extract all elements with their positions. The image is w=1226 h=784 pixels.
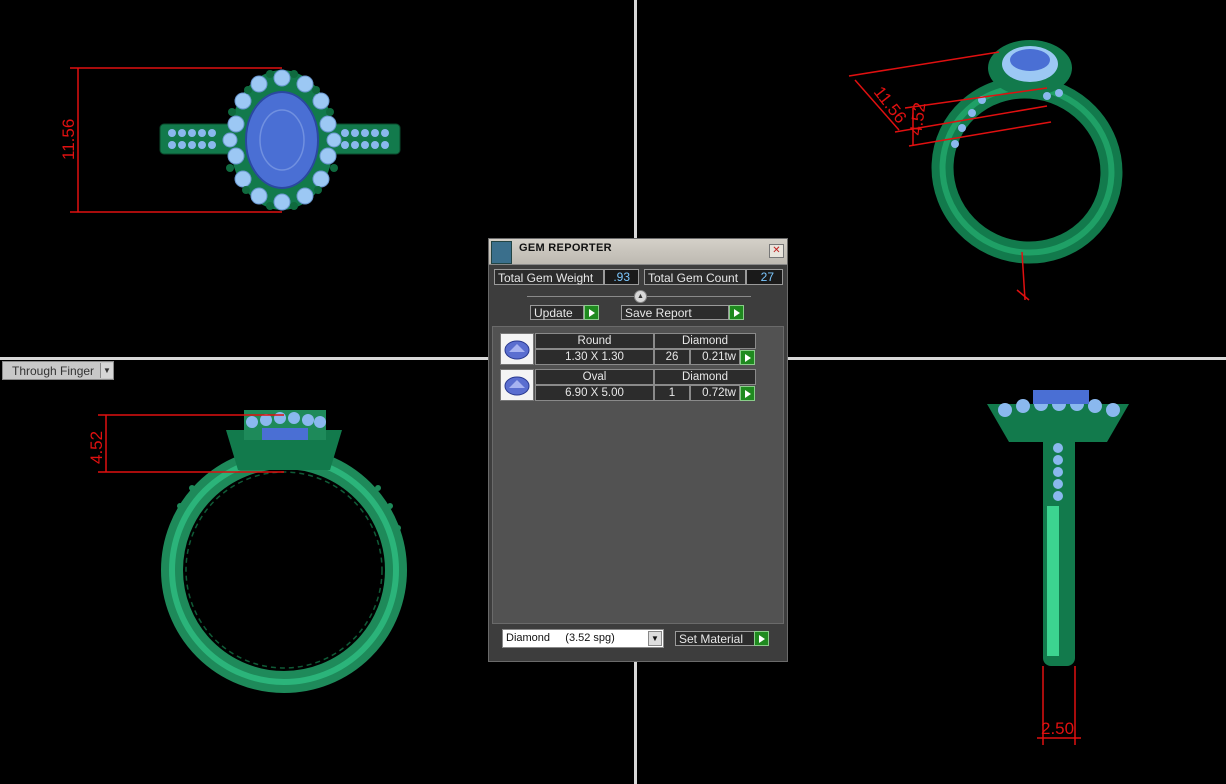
total-gem-weight-label: Total Gem Weight: [494, 269, 604, 285]
gem-weight: 0.72tw: [690, 385, 740, 401]
gem-size: 1.30 X 1.30: [535, 349, 654, 365]
gem-size: 6.90 X 5.00: [535, 385, 654, 401]
collapse-icon[interactable]: ▲: [634, 290, 647, 303]
update-button[interactable]: Update: [530, 305, 584, 320]
oval-gem-thumbnail: [500, 369, 534, 401]
center-oval-stone: [262, 428, 308, 440]
gem-material: Diamond: [654, 369, 756, 385]
close-icon[interactable]: ✕: [769, 244, 784, 258]
view-mode-dropdown[interactable]: Through Finger ▼: [2, 361, 114, 380]
set-material-go-icon[interactable]: [754, 631, 769, 646]
material-select[interactable]: Diamond (3.52 spg) ▼: [502, 629, 664, 648]
save-report-button[interactable]: Save Report: [621, 305, 729, 320]
gem-shape: Round: [535, 333, 654, 349]
gem-shape: Oval: [535, 369, 654, 385]
total-gem-count-label: Total Gem Count: [644, 269, 746, 285]
gem-reporter-panel: GEM REPORTER ✕ Total Gem Weight .93 Tota…: [488, 238, 788, 662]
total-gem-count-value: 27: [746, 269, 783, 285]
material-select-value: Diamond (3.52 spg): [506, 632, 615, 644]
chevron-down-icon[interactable]: ▼: [648, 631, 662, 646]
gem-count: 1: [654, 385, 690, 401]
center-oval-stone: [1033, 390, 1089, 404]
gem-reporter-titlebar[interactable]: GEM REPORTER ✕: [489, 239, 787, 265]
gem-row-oval[interactable]: Oval Diamond 6.90 X 5.00 1 0.72tw: [500, 369, 756, 401]
gem-list[interactable]: Round Diamond 1.30 X 1.30 26 0.21tw Oval…: [492, 326, 784, 624]
set-material-button[interactable]: Set Material: [675, 631, 755, 646]
gem-weight: 0.21tw: [690, 349, 740, 365]
gem-reporter-app-icon: [491, 241, 512, 264]
top-dimension-label: 11.56: [59, 119, 78, 160]
update-go-icon[interactable]: [584, 305, 599, 320]
persp-dimension-b: 4.52: [906, 101, 929, 136]
round-gem-thumbnail: [500, 333, 534, 365]
gem-count: 26: [654, 349, 690, 365]
center-oval-stone: [1010, 49, 1050, 71]
save-report-go-icon[interactable]: [729, 305, 744, 320]
side-dimension-label: 2.50: [1041, 719, 1074, 738]
gem-row-round[interactable]: Round Diamond 1.30 X 1.30 26 0.21tw: [500, 333, 756, 365]
gem-reporter-title: GEM REPORTER: [519, 242, 612, 254]
chevron-down-icon[interactable]: ▼: [100, 363, 113, 378]
total-gem-weight-value: .93: [604, 269, 639, 285]
front-dimension-label: 4.52: [87, 431, 106, 464]
center-oval-stone: [245, 91, 319, 189]
gem-row-go-icon[interactable]: [740, 350, 755, 365]
view-mode-label: Through Finger: [12, 363, 95, 378]
gem-row-go-icon[interactable]: [740, 386, 755, 401]
gem-material: Diamond: [654, 333, 756, 349]
